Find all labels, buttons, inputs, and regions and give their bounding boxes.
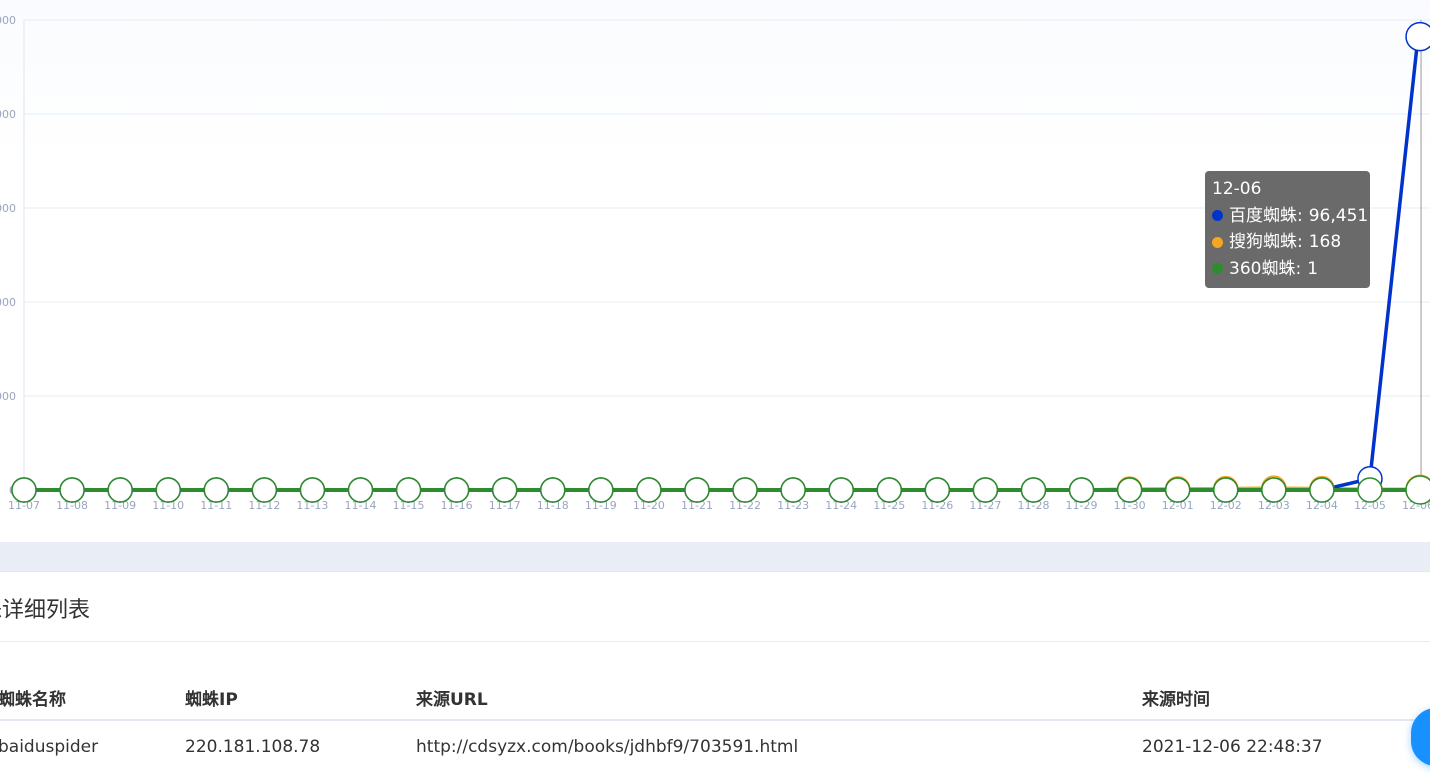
y-tick-label: 80000 <box>0 108 16 121</box>
y-tick-label: 100000 <box>0 14 16 27</box>
tooltip-row-baidu: 百度蜘蛛:96,451 <box>1212 203 1370 230</box>
col-header-spider-name[interactable]: 蜘蛛名称 <box>0 685 66 710</box>
cell-spider-name: baiduspider <box>0 737 98 757</box>
data-point <box>397 478 421 502</box>
data-point <box>108 478 132 502</box>
tooltip-row-sogou: 搜狗蜘蛛:168 <box>1212 229 1370 256</box>
baidu-legend-dot-icon <box>1212 210 1223 221</box>
data-point <box>1021 478 1045 502</box>
data-point <box>252 478 276 502</box>
data-point <box>1070 478 1094 502</box>
y-tick-label: 60000 <box>0 202 16 215</box>
y-tick-label: 40000 <box>0 296 16 309</box>
data-point <box>1358 478 1382 502</box>
tooltip-series-name: 百度蜘蛛 <box>1229 203 1297 230</box>
card-divider <box>0 641 1430 642</box>
data-point <box>1214 478 1238 502</box>
tooltip-row-360: 360蜘蛛:1 <box>1212 256 1370 283</box>
data-point <box>685 478 709 502</box>
data-point <box>541 478 565 502</box>
data-point <box>1406 476 1430 504</box>
cell-spider-ip: 220.181.108.78 <box>185 737 320 757</box>
data-point <box>1406 23 1430 51</box>
col-header-spider-ip[interactable]: 蜘蛛IP <box>185 685 238 710</box>
data-point <box>1166 478 1190 502</box>
header-divider <box>0 719 1430 721</box>
data-point <box>60 478 84 502</box>
data-point <box>925 478 949 502</box>
chart-panel: 02000040000600008000010000011-0711-0811-… <box>0 0 1430 542</box>
col-header-source-time[interactable]: 来源时间 <box>1142 685 1210 710</box>
tooltip-series-name: 360蜘蛛 <box>1229 256 1295 283</box>
data-point <box>445 478 469 502</box>
chart-tooltip: 12-06 百度蜘蛛:96,451 搜狗蜘蛛:168 360蜘蛛:1 <box>1205 171 1370 288</box>
data-point <box>204 478 228 502</box>
data-point <box>1310 478 1334 502</box>
data-point <box>973 478 997 502</box>
data-point <box>781 478 805 502</box>
col-header-source-url[interactable]: 来源URL <box>416 685 488 710</box>
tooltip-series-value: 168 <box>1309 229 1341 256</box>
spider-detail-card: 蛛详细列表 蜘蛛名称 蜘蛛IP 来源URL 来源时间 baiduspider 2… <box>0 571 1430 776</box>
y-tick-label: 20000 <box>0 390 16 403</box>
section-gap <box>0 542 1430 571</box>
cell-source-time: 2021-12-06 22:48:37 <box>1142 737 1323 757</box>
data-point <box>589 478 613 502</box>
data-point <box>1262 478 1286 502</box>
data-point <box>733 478 757 502</box>
cell-source-url[interactable]: http://cdsyzx.com/books/jdhbf9/703591.ht… <box>416 737 798 757</box>
data-point <box>829 478 853 502</box>
tooltip-series-value: 96,451 <box>1309 203 1368 230</box>
card-title: 蛛详细列表 <box>0 592 90 624</box>
tooltip-series-name: 搜狗蜘蛛 <box>1229 229 1297 256</box>
data-point <box>877 478 901 502</box>
data-point <box>493 478 517 502</box>
360-legend-dot-icon <box>1212 263 1223 274</box>
data-point <box>156 478 180 502</box>
data-point <box>348 478 372 502</box>
data-point <box>300 478 324 502</box>
tooltip-title: 12-06 <box>1212 176 1370 203</box>
data-point <box>1118 478 1142 502</box>
tooltip-series-value: 1 <box>1307 256 1318 283</box>
sogou-legend-dot-icon <box>1212 237 1223 248</box>
data-point <box>12 478 36 502</box>
data-point <box>637 478 661 502</box>
